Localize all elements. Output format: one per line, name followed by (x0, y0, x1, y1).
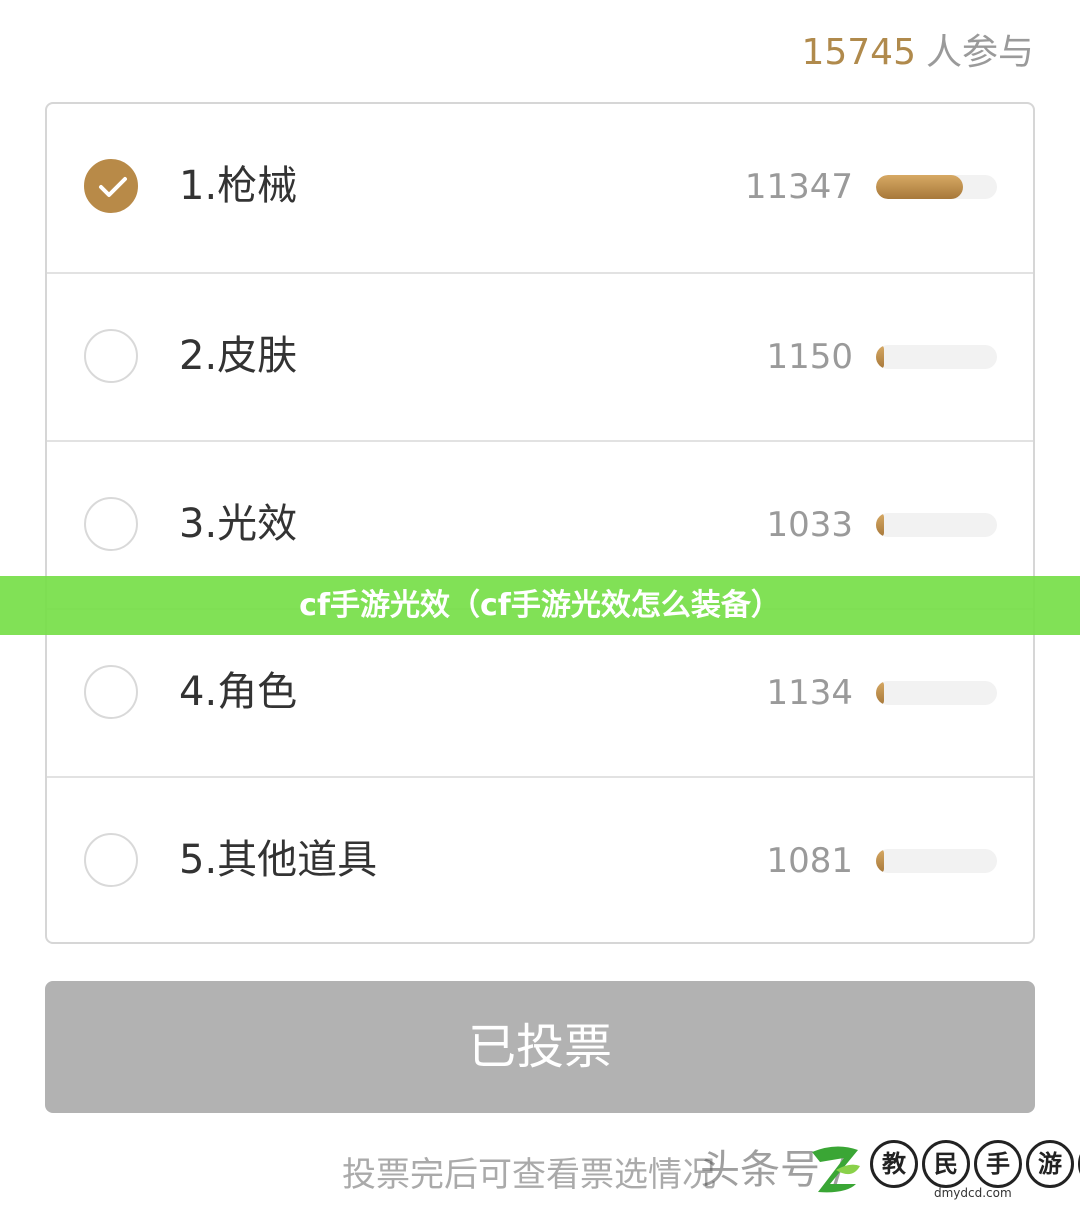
logo-char: 游 (1026, 1140, 1074, 1188)
vote-share-bar (876, 345, 997, 369)
radio-unchecked-icon[interactable] (84, 833, 138, 887)
poll-option-label: 2.皮肤 (179, 333, 298, 379)
logo-char: 教 (870, 1140, 918, 1188)
leaf-logo-icon (812, 1146, 860, 1193)
voted-button[interactable]: 已投票 (45, 981, 1035, 1113)
vote-share-bar (876, 175, 997, 199)
poll-option-votes: 11347 (744, 167, 853, 207)
radio-unchecked-icon[interactable] (84, 665, 138, 719)
title-banner: cf手游光效（cf手游光效怎么装备） (0, 576, 1080, 635)
vote-share-fill (876, 175, 964, 199)
poll-option-5[interactable]: 5.其他道具 1081 (47, 776, 1033, 945)
poll-option-label: 3.光效 (179, 501, 298, 547)
vote-share-bar (876, 849, 997, 873)
logo-char: 手 (974, 1140, 1022, 1188)
logo-characters: 教 民 手 游 网 (870, 1140, 1080, 1188)
checkmark-icon (99, 177, 127, 197)
poll-option-label: 5.其他道具 (179, 837, 378, 883)
poll-option-votes: 1081 (766, 841, 853, 881)
vote-share-bar (876, 513, 997, 537)
vote-share-fill (876, 513, 885, 537)
site-logo: 教 民 手 游 网 dmydcd.com (806, 1138, 1080, 1204)
poll-option-votes: 1134 (766, 673, 853, 713)
vote-hint: 投票完后可查看票选情况 (342, 1155, 716, 1195)
participant-count-number: 15745 (801, 32, 916, 73)
vote-share-fill (876, 681, 885, 705)
poll-option-2[interactable]: 2.皮肤 1150 (47, 272, 1033, 441)
logo-char: 民 (922, 1140, 970, 1188)
poll-option-votes: 1033 (766, 505, 853, 545)
poll-option-votes: 1150 (766, 337, 853, 377)
poll-option-1[interactable]: 1.枪械 11347 (47, 104, 1033, 271)
poll-option-label: 4.角色 (179, 669, 298, 715)
vote-share-fill (876, 345, 885, 369)
poll-options: 1.枪械 11347 2.皮肤 1150 3.光效 1033 4.角色 1134… (45, 102, 1035, 944)
participant-count-suffix: 人参与 (925, 32, 1034, 73)
radio-checked-icon[interactable] (84, 159, 138, 213)
radio-unchecked-icon[interactable] (84, 497, 138, 551)
poll-option-label: 1.枪械 (179, 163, 298, 209)
vote-share-bar (876, 681, 997, 705)
logo-domain: dmydcd.com (934, 1186, 1012, 1200)
participant-count: 15745 人参与 (801, 28, 1034, 78)
vote-share-fill (876, 849, 885, 873)
radio-unchecked-icon[interactable] (84, 329, 138, 383)
